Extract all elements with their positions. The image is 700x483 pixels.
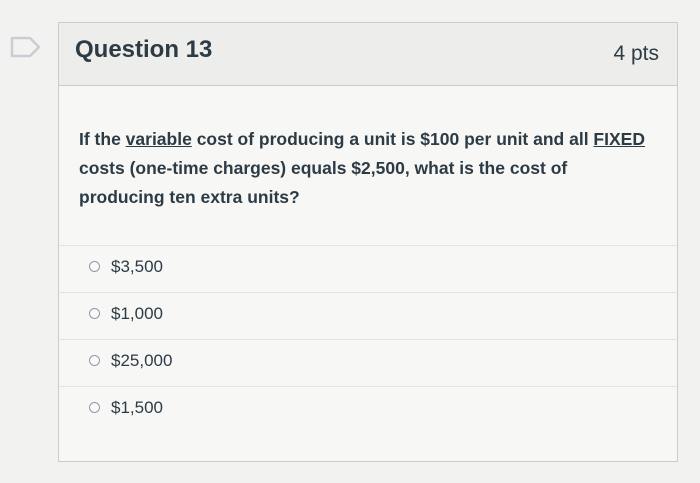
underlined-variable: variable [125,129,192,149]
bookmark-flag-icon[interactable] [10,36,42,58]
question-text: If the variable cost of producing a unit… [79,125,654,212]
radio-button-icon[interactable] [89,261,100,272]
question-card: Question 13 4 pts If the variable cost o… [58,22,678,462]
question-header: Question 13 4 pts [59,23,677,86]
answer-option[interactable]: $1,500 [59,386,677,433]
answer-label[interactable]: $25,000 [111,351,172,371]
answer-list: $3,500 $1,000 $25,000 $1,500 [59,245,677,433]
answer-label[interactable]: $1,500 [111,398,163,418]
answer-label[interactable]: $1,000 [111,304,163,324]
radio-button-icon[interactable] [89,308,100,319]
answer-option[interactable]: $25,000 [59,339,677,386]
question-text-part: If the [79,129,126,149]
question-text-part: cost of producing a unit is $100 per uni… [191,129,594,149]
underlined-fixed: FIXED [593,129,645,149]
radio-button-icon[interactable] [89,355,100,366]
radio-button-icon[interactable] [89,402,100,413]
answer-option[interactable]: $3,500 [59,245,677,292]
question-text-part: costs (one-time charges) equals $2,500, … [79,158,568,207]
answer-label[interactable]: $3,500 [111,257,163,277]
answer-option[interactable]: $1,000 [59,292,677,339]
question-points: 4 pts [613,42,659,65]
question-title: Question 13 [75,36,213,63]
